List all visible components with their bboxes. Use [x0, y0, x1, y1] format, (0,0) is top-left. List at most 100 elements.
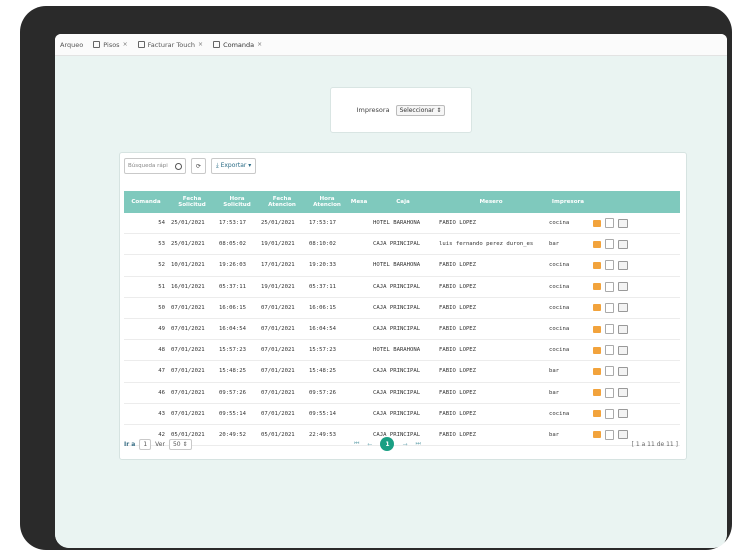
tab-pisos[interactable]: Pisos × [88, 41, 132, 49]
col-hora-atencion[interactable]: Hora Atencion [306, 191, 348, 213]
printer-icon[interactable] [618, 409, 628, 419]
edit-icon[interactable] [593, 325, 601, 333]
printer-icon[interactable] [618, 345, 628, 355]
printer-selector-panel: Impresora Seleccionar ⇕ [330, 87, 472, 133]
document-icon[interactable] [605, 366, 614, 377]
document-icon[interactable] [605, 281, 614, 292]
printer-select[interactable]: Seleccionar ⇕ [395, 104, 446, 116]
close-icon[interactable]: × [198, 41, 203, 48]
table-row[interactable]: 43 07/01/2021 09:55:14 07/01/2021 09:55:14 CA… [124, 403, 680, 425]
table-row[interactable]: 54 25/01/2021 17:53:17 25/01/2021 17:53:17 HO… [124, 213, 680, 235]
tab-label: Comanda [223, 40, 255, 49]
table-header-row: Comanda Fecha Solicitud Hora Solicitud F… [124, 191, 680, 213]
cell-impresora: bar [546, 382, 590, 404]
export-button[interactable]: ⤓ Exportar ▾ [211, 158, 257, 174]
edit-icon[interactable] [593, 304, 601, 312]
col-caja[interactable]: Caja [370, 191, 436, 213]
refresh-button[interactable]: ⟳ [191, 158, 207, 174]
col-comanda[interactable]: Comanda [124, 191, 168, 213]
table-row[interactable]: 49 07/01/2021 16:04:54 07/01/2021 16:04:54 CA… [124, 318, 680, 341]
cell-fecha-atencion: 19/01/2021 [258, 233, 306, 256]
cell-caja: HOTEL BARAHONA [370, 254, 436, 277]
cell-hora-atencion: 09:57:26 [306, 382, 348, 404]
edit-icon[interactable] [593, 283, 601, 291]
col-mesero[interactable]: Mesero [436, 191, 546, 213]
document-icon[interactable] [605, 260, 614, 271]
cell-impresora: bar [546, 233, 590, 256]
cell-caja: CAJA PRINCIPAL [370, 360, 436, 383]
printer-icon[interactable] [618, 324, 628, 334]
cell-hora-atencion: 16:04:54 [306, 318, 348, 341]
per-page-select[interactable]: 50 ⇕ [168, 438, 192, 450]
edit-icon[interactable] [593, 367, 601, 375]
document-icon[interactable] [605, 345, 614, 356]
cell-caja: CAJA PRINCIPAL [370, 276, 436, 298]
cell-fecha-solicitud: 07/01/2021 [168, 360, 216, 383]
table-row[interactable]: 46 07/01/2021 09:57:26 07/01/2021 09:57:26 CA… [124, 382, 680, 404]
tab-comanda[interactable]: Comanda × [208, 41, 267, 49]
col-fecha-atencion[interactable]: Fecha Atencion [258, 191, 306, 213]
goto-page-input[interactable]: 1 [139, 438, 152, 450]
cell-mesero: FABIO LOPEZ [436, 382, 546, 404]
cell-hora-solicitud: 09:57:26 [216, 382, 258, 404]
first-page-icon[interactable]: ⏮ [354, 440, 359, 448]
col-hora-solicitud[interactable]: Hora Solicitud [216, 191, 258, 213]
col-mesa[interactable]: Mesa [348, 191, 370, 213]
cell-hora-atencion: 17:53:17 [306, 213, 348, 235]
current-page-button[interactable]: 1 [380, 437, 395, 451]
cell-comanda: 51 [124, 276, 168, 298]
cell-hora-solicitud: 08:05:02 [216, 233, 258, 256]
search-input[interactable]: Búsqueda rápi [124, 158, 186, 174]
tab-facturar-touch[interactable]: Facturar Touch × [133, 41, 208, 49]
document-icon[interactable] [605, 387, 614, 398]
cell-mesa [348, 213, 370, 235]
printer-icon[interactable] [618, 366, 628, 376]
cell-hora-atencion: 08:10:02 [306, 233, 348, 256]
last-page-icon[interactable]: ⏭ [415, 440, 420, 448]
table-row[interactable]: 48 07/01/2021 15:57:23 07/01/2021 15:57:23 HO… [124, 339, 680, 362]
edit-icon[interactable] [593, 389, 601, 397]
printer-icon[interactable] [618, 282, 628, 292]
printer-icon[interactable] [618, 239, 628, 249]
cell-impresora: cocina [546, 403, 590, 425]
cell-mesero: FABIO LOPEZ [436, 318, 546, 341]
cell-mesa [348, 360, 370, 383]
table-row[interactable]: 47 07/01/2021 15:48:25 07/01/2021 15:48:25 CA… [124, 360, 680, 383]
table-row[interactable]: 53 25/01/2021 08:05:02 19/01/2021 08:10:02 CA… [124, 233, 680, 256]
next-page-icon[interactable]: → [402, 441, 407, 448]
cell-fecha-atencion: 19/01/2021 [258, 276, 306, 298]
table-row[interactable]: 52 10/01/2021 19:26:03 17/01/2021 19:20:33 HO… [124, 254, 680, 277]
document-icon[interactable] [605, 218, 614, 229]
close-icon[interactable]: × [257, 41, 262, 48]
document-icon[interactable] [605, 239, 614, 250]
cell-fecha-solicitud: 07/01/2021 [168, 318, 216, 341]
col-fecha-solicitud[interactable]: Fecha Solicitud [168, 191, 216, 213]
edit-icon[interactable] [593, 219, 601, 227]
table-row[interactable]: 51 16/01/2021 05:37:11 19/01/2021 05:37:11 CA… [124, 276, 680, 298]
edit-icon[interactable] [593, 240, 601, 248]
row-actions [593, 324, 677, 335]
cell-fecha-atencion: 07/01/2021 [258, 403, 306, 425]
document-icon[interactable] [605, 324, 614, 335]
close-icon[interactable]: × [123, 41, 128, 48]
printer-icon[interactable] [618, 260, 628, 270]
cell-comanda: 48 [124, 339, 168, 362]
cell-mesa [348, 276, 370, 298]
printer-icon[interactable] [618, 388, 628, 398]
document-icon[interactable] [605, 302, 614, 313]
tab-arqueo[interactable]: Arqueo [55, 41, 88, 49]
printer-icon[interactable] [618, 218, 628, 228]
edit-icon[interactable] [593, 346, 601, 354]
cell-hora-solicitud: 17:53:17 [216, 213, 258, 235]
pagination-bar: Ir a 1 Ver 50 ⇕ ⏮ ← 1 → ⏭ [ 1 a 11 de 11… [124, 436, 680, 452]
cell-fecha-solicitud: 07/01/2021 [168, 339, 216, 362]
cell-mesa [348, 382, 370, 404]
edit-icon[interactable] [593, 261, 601, 269]
printer-icon[interactable] [618, 303, 628, 313]
table-row[interactable]: 50 07/01/2021 16:06:15 07/01/2021 16:06:15 CA… [124, 297, 680, 319]
col-impresora[interactable]: Impresora [546, 191, 590, 213]
edit-icon[interactable] [593, 410, 601, 418]
row-actions [593, 408, 677, 419]
document-icon[interactable] [605, 408, 614, 419]
prev-page-icon[interactable]: ← [367, 441, 372, 448]
